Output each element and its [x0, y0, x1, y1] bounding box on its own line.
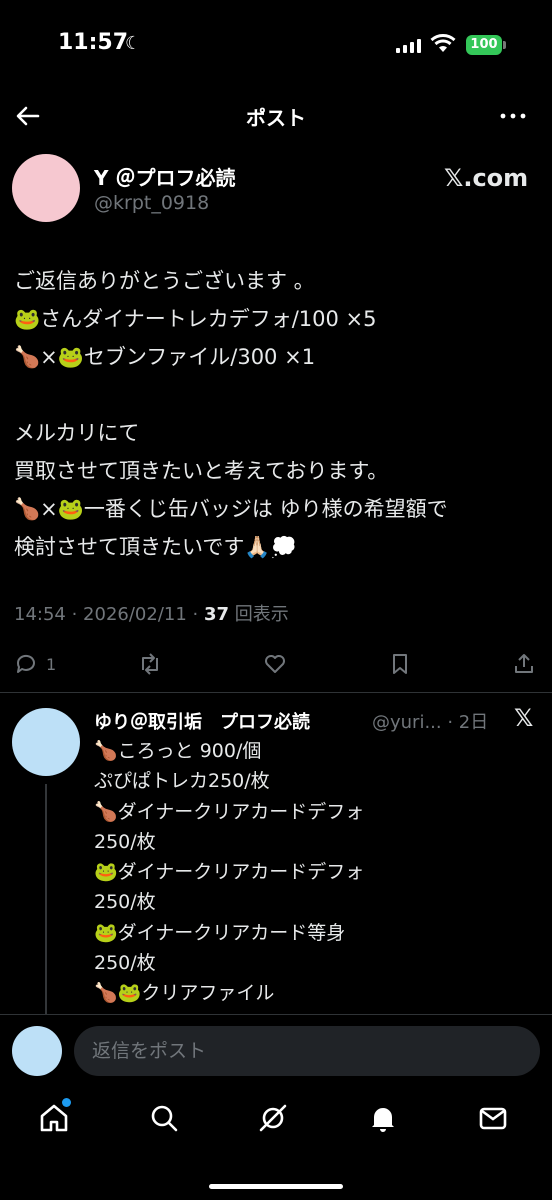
view-count: 37 [203, 604, 230, 625]
share-icon [515, 654, 533, 673]
tab-notifications[interactable] [367, 1102, 403, 1138]
source-label: 𝕏.com [444, 164, 529, 192]
reply-handle-time[interactable]: @yuri... · 2日 [372, 708, 488, 734]
reply-author-avatar[interactable] [12, 708, 80, 776]
bell-icon [372, 1108, 394, 1132]
post-text: ご返信ありがとうございます 。 🐸さんダイナートレカデフォ/100 ×5 🍗×🐸… [14, 269, 448, 559]
divider [0, 692, 552, 693]
author-handle[interactable]: @krpt_0918 [94, 192, 209, 214]
heart-icon [265, 655, 285, 673]
bookmark-action[interactable] [388, 650, 412, 678]
home-indicator [209, 1184, 343, 1189]
author-name[interactable]: Y ＠プロフ必読 [94, 162, 235, 191]
page-title: ポスト [246, 106, 306, 130]
wifi-icon [430, 34, 456, 52]
like-action[interactable] [263, 650, 287, 678]
grok-icon [259, 1104, 287, 1132]
reply-count: 1 [46, 654, 57, 674]
thread-line [45, 784, 47, 1014]
composer-avatar [12, 1026, 62, 1076]
reply-input[interactable] [74, 1026, 540, 1076]
reply-icon [16, 654, 35, 673]
reply-author-name[interactable]: ゆり＠取引垢 プロフ必読 [94, 708, 310, 734]
reply-text: 🍗ころっと 900/個 ぷぴぱトレカ250/枚 🍗ダイナークリアカードデフォ 2… [94, 740, 365, 1016]
moon-icon: ☾ [125, 33, 142, 54]
author-avatar[interactable] [12, 154, 80, 222]
battery-tip [503, 41, 506, 49]
repost-action[interactable] [138, 650, 162, 678]
tab-search[interactable] [148, 1102, 184, 1138]
notification-dot [62, 1098, 71, 1107]
status-time: 11:57 [58, 30, 129, 55]
tab-grok[interactable] [257, 1102, 293, 1138]
tab-home[interactable] [38, 1102, 74, 1138]
bookmark-icon [393, 654, 407, 674]
post-meta: 14:54 · 2026/02/11 · 37 回表示 [14, 600, 289, 626]
tab-messages[interactable] [477, 1102, 513, 1138]
cellular-signal-icon [396, 37, 422, 53]
x-logo-icon: 𝕏 [514, 704, 534, 732]
repost-icon [142, 653, 158, 675]
more-options-icon[interactable] [498, 104, 528, 128]
post-timestamp[interactable]: 14:54 · 2026/02/11 · [14, 604, 204, 625]
search-icon [151, 1105, 178, 1132]
reply-action[interactable]: 1 [14, 650, 56, 678]
views-label: 回表示 [229, 604, 289, 625]
back-arrow-icon[interactable] [14, 102, 42, 130]
share-action[interactable] [512, 650, 536, 678]
battery-indicator: 100 [466, 35, 502, 55]
mail-icon [479, 1107, 507, 1130]
